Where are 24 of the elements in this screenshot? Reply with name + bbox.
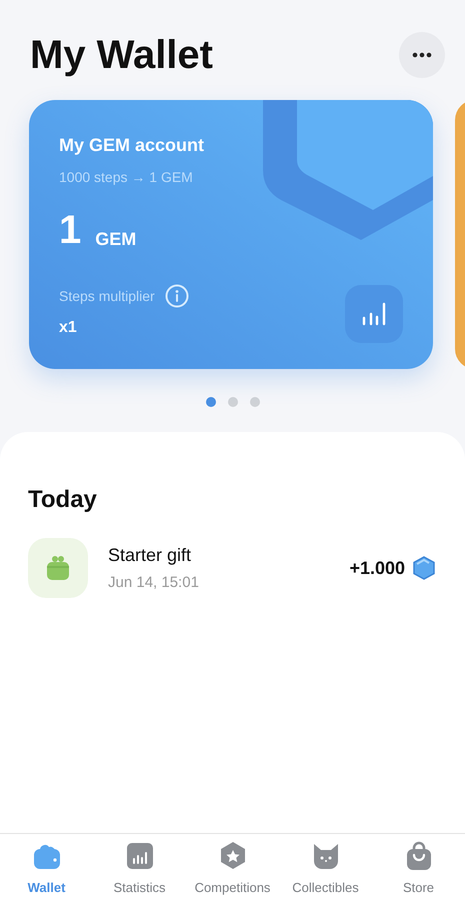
tab-bar-item[interactable]: Statistics	[94, 840, 186, 898]
more-button[interactable]	[399, 32, 445, 78]
transaction-amount: +1.000	[349, 556, 405, 580]
more-icon	[412, 52, 432, 58]
info-icon[interactable]	[164, 284, 189, 308]
multiplier-value: x1	[59, 318, 78, 338]
tab-bar-item[interactable]: Competitions	[186, 840, 278, 898]
card-title: My GEM account	[59, 134, 206, 157]
gem-account-card[interactable]: My GEM account 1000 steps → 1 GEM 1 GEM Steps multiplier x1	[29, 100, 433, 369]
page-title: My Wallet	[30, 35, 213, 75]
gem-icon	[411, 555, 437, 581]
section-heading: Today	[28, 485, 98, 515]
bar-chart-icon	[361, 302, 387, 326]
tab-bar-item[interactable]: Wallet	[0, 840, 92, 898]
gem-unit: GEM	[95, 230, 136, 248]
gem-balance: 1	[59, 210, 82, 250]
statistics-button[interactable]	[345, 285, 403, 343]
conversion-rate: 1000 steps → 1 GEM	[59, 168, 194, 187]
multiplier-label: Steps multiplier	[59, 286, 155, 306]
gift-icon	[28, 538, 88, 598]
tab-bar-item[interactable]: Store	[372, 840, 464, 898]
transaction-time: Jun 14, 15:01	[108, 572, 199, 593]
transaction-title: Starter gift	[108, 544, 192, 567]
tab-bar-item[interactable]: Collectibles	[280, 840, 372, 898]
